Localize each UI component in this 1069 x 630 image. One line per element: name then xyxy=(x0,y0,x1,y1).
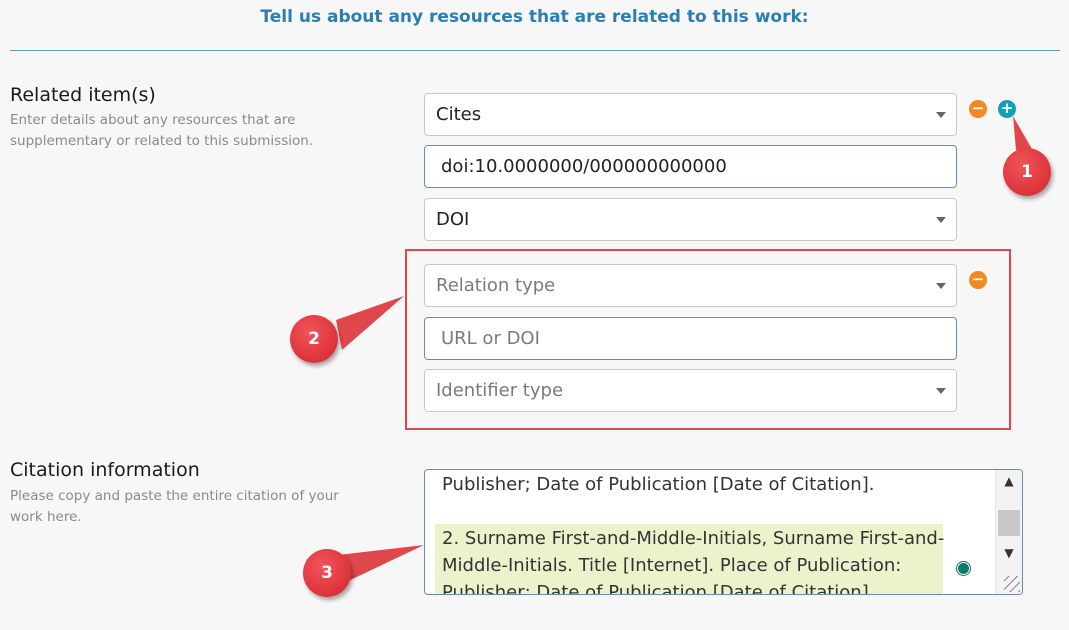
callout-arrow-2 xyxy=(336,296,404,350)
callout-badge-1: 1 xyxy=(1003,148,1051,196)
callout-arrows xyxy=(336,116,1036,583)
callout-arrow-3 xyxy=(338,545,424,583)
callout-badge-2: 2 xyxy=(290,315,338,363)
callout-badge-3: 3 xyxy=(303,549,351,597)
